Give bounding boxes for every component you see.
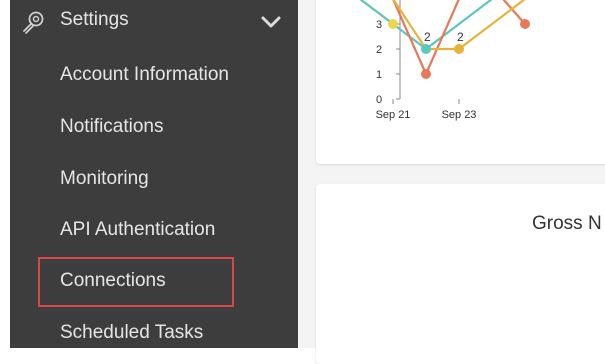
x-tick-label: Sep 21 <box>376 109 411 121</box>
data-point <box>388 19 398 29</box>
sidebar-item-account-information[interactable]: Account Information <box>60 64 229 86</box>
gross-card: Gross N <box>316 184 605 364</box>
settings-section-title: Settings <box>60 9 129 30</box>
data-point <box>421 69 431 79</box>
y-tick-label: 0 <box>376 94 382 106</box>
y-tick-label: 2 <box>376 44 382 56</box>
sidebar-item-monitoring[interactable]: Monitoring <box>60 168 149 190</box>
sidebar-item-scheduled-tasks[interactable]: Scheduled Tasks <box>60 322 203 344</box>
y-tick-label: 1 <box>376 69 382 81</box>
main-content: 0 1 2 3 Sep 21 Sep 23 2 2 Gross N <box>298 0 605 364</box>
y-tick-label: 3 <box>376 19 382 31</box>
settings-sidebar: Settings Account Information Notificatio… <box>10 0 298 348</box>
chevron-down-icon[interactable] <box>260 14 282 30</box>
chart-card: 0 1 2 3 Sep 21 Sep 23 2 2 <box>316 0 605 164</box>
data-label: 2 <box>457 30 464 44</box>
card-title: Gross N <box>532 213 602 234</box>
connections-highlight-box <box>38 257 234 307</box>
line-chart: 0 1 2 3 Sep 21 Sep 23 2 2 <box>359 0 530 121</box>
sidebar-item-api-authentication[interactable]: API Authentication <box>60 219 215 241</box>
data-label: 2 <box>424 30 431 44</box>
window-left-edge <box>0 0 10 348</box>
settings-section-header[interactable]: Settings <box>10 0 298 44</box>
settings-wrench-icon <box>20 10 46 36</box>
x-tick-label: Sep 23 <box>442 109 477 121</box>
sidebar-item-notifications[interactable]: Notifications <box>60 116 164 138</box>
data-point <box>454 44 464 54</box>
data-point <box>520 19 530 29</box>
data-point <box>421 44 431 54</box>
